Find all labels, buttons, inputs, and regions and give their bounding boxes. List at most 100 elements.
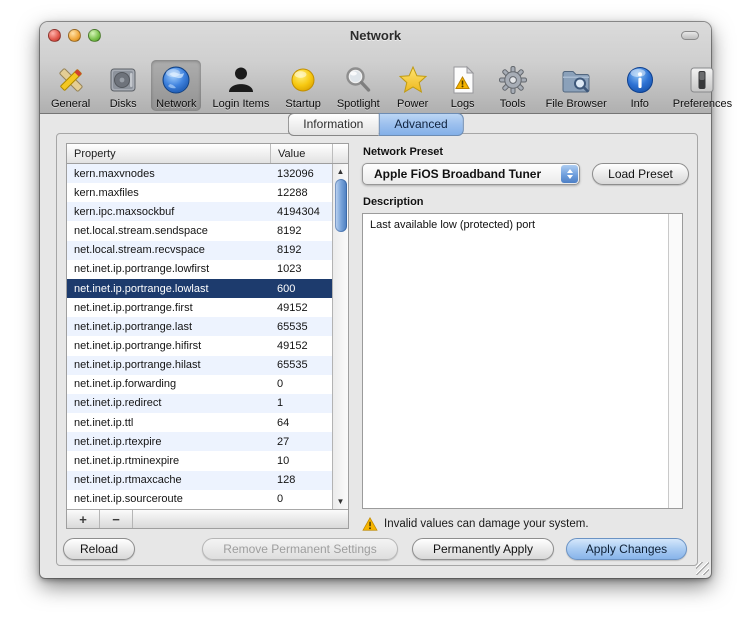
network-preset-label: Network Preset <box>363 146 444 158</box>
value-cell: 1023 <box>277 263 302 276</box>
minimize-button[interactable] <box>68 29 81 42</box>
toolbar-item-label: File Browser <box>545 98 607 110</box>
remove-property-button[interactable]: − <box>100 510 133 528</box>
table-row[interactable]: net.inet.ip.forwarding 0 <box>67 374 332 394</box>
toolbar-item-label: Power <box>397 98 429 110</box>
network-window: Network General Disks Network Login Items St… <box>40 22 732 578</box>
log-document-icon <box>446 63 480 97</box>
toolbar-item-disks[interactable]: Disks <box>101 60 145 111</box>
description-scrollbar[interactable] <box>668 214 682 508</box>
table-row[interactable]: kern.ipc.maxsockbuf 4194304 <box>67 202 332 222</box>
window-title: Network <box>349 27 402 43</box>
folder-search-icon <box>559 63 593 97</box>
table-row[interactable]: kern.maxvnodes 132096 <box>67 164 332 184</box>
network-preset-value: Apple FiOS Broadband Tuner <box>374 167 542 181</box>
toolbar-item-startup[interactable]: Startup <box>280 60 325 111</box>
toolbar-item-spotlight[interactable]: Spotlight <box>332 60 385 111</box>
table-row[interactable]: kern.maxfiles 12288 <box>67 183 332 203</box>
apply-changes-button[interactable]: Apply Changes <box>566 537 687 560</box>
value-cell: 65535 <box>277 359 308 372</box>
property-cell: net.local.stream.sendspace <box>74 225 208 238</box>
tab-bar: Information Advanced <box>287 113 464 136</box>
warning-row: Invalid values can damage your system. <box>362 517 690 531</box>
property-cell: net.inet.ip.portrange.lowfirst <box>74 263 210 276</box>
toolbar-item-general[interactable]: General <box>46 60 95 111</box>
property-cell: net.local.stream.recvspace <box>74 244 205 257</box>
toolbar-item-label: Disks <box>109 98 137 110</box>
column-header-value[interactable]: Value <box>270 144 332 163</box>
toolbar-item-network[interactable]: Network <box>151 60 202 111</box>
hard-drive-icon <box>106 63 140 97</box>
action-button-row: Reload Remove Permanent Settings Permane… <box>63 537 687 560</box>
toolbar-item-power[interactable]: Power <box>391 60 435 111</box>
toolbar-toggle-button[interactable] <box>681 31 699 40</box>
add-property-button[interactable]: + <box>67 510 100 528</box>
table-footer: + − <box>67 509 348 528</box>
toolbar-item-tools[interactable]: Tools <box>491 60 535 111</box>
permanently-apply-button[interactable]: Permanently Apply <box>412 537 554 560</box>
table-row[interactable]: net.inet.ip.portrange.lowfirst 1023 <box>67 259 332 279</box>
title-bar[interactable]: Network <box>40 22 711 48</box>
table-row[interactable]: net.inet.ip.rtminexpire 10 <box>67 451 332 471</box>
toolbar-item-file-browser[interactable]: File Browser <box>541 60 612 111</box>
table-row[interactable]: net.inet.ip.redirect 1 <box>67 393 332 414</box>
property-cell: kern.maxfiles <box>74 186 139 199</box>
table-row[interactable]: net.inet.ip.portrange.lowlast 600 <box>67 278 332 299</box>
toolbar-item-info[interactable]: Info <box>618 60 662 111</box>
scrollbar-thumb[interactable] <box>334 179 347 232</box>
toolbar-item-preferences[interactable]: Preferences <box>668 60 737 111</box>
property-cell: net.inet.ip.portrange.last <box>74 320 193 333</box>
toolbar-item-label: Logs <box>450 98 475 110</box>
table-row[interactable]: net.inet.ip.rtexpire 27 <box>67 432 332 452</box>
load-preset-button[interactable]: Load Preset <box>592 163 689 185</box>
property-cell: net.inet.ip.rtminexpire <box>74 454 180 467</box>
toolbar-item-label: Info <box>630 98 649 110</box>
resize-grip[interactable] <box>696 562 709 575</box>
table-row[interactable]: net.local.stream.recvspace 8192 <box>67 240 332 260</box>
close-button[interactable] <box>48 29 61 42</box>
description-textarea[interactable]: Last available low (protected) port <box>362 213 683 509</box>
value-cell: 8192 <box>277 225 302 238</box>
toolbar-item-login-items[interactable]: Login Items <box>207 60 274 111</box>
info-icon <box>623 63 657 97</box>
table-row[interactable]: net.local.stream.sendspace 8192 <box>67 221 332 241</box>
scroll-down-arrow-icon[interactable]: ▼ <box>333 494 348 509</box>
table-row[interactable]: net.inet.ip.portrange.hilast 65535 <box>67 355 332 375</box>
vertical-scrollbar[interactable]: ▲ ▼ <box>332 164 348 509</box>
table-row[interactable]: net.inet.ip.rtmaxcache 128 <box>67 470 332 490</box>
property-cell: net.inet.ip.ttl <box>74 416 134 429</box>
tab-information[interactable]: Information <box>287 113 379 136</box>
value-cell: 0 <box>277 378 284 391</box>
toolbar-item-logs[interactable]: Logs <box>441 60 485 111</box>
value-cell: 49152 <box>277 301 308 314</box>
value-cell: 27 <box>277 435 290 448</box>
content-area: Information Advanced Property Value kern… <box>40 113 711 577</box>
table-row[interactable]: net.inet.ip.portrange.hifirst 49152 <box>67 336 332 356</box>
property-cell: net.inet.ip.redirect <box>74 397 162 410</box>
column-header-property[interactable]: Property <box>67 144 270 163</box>
tab-advanced[interactable]: Advanced <box>378 113 464 136</box>
table-row[interactable]: net.inet.ip.portrange.last 65535 <box>67 317 332 337</box>
value-cell: 600 <box>277 282 296 295</box>
scroll-up-arrow-icon[interactable]: ▲ <box>333 164 348 179</box>
star-icon <box>396 63 430 97</box>
preset-panel: Network Preset Apple FiOS Broadband Tune… <box>362 143 690 531</box>
property-cell: net.inet.ip.rtmaxcache <box>74 474 182 487</box>
column-header-spacer <box>332 144 348 163</box>
reload-button[interactable]: Reload <box>63 537 135 560</box>
toolbar-item-label: Spotlight <box>336 98 380 110</box>
value-cell: 64 <box>277 416 290 429</box>
value-cell: 1 <box>277 397 284 410</box>
network-preset-dropdown[interactable]: Apple FiOS Broadband Tuner <box>362 163 580 185</box>
table-row[interactable]: net.inet.ip.portrange.first 49152 <box>67 298 332 318</box>
sysctl-table: Property Value kern.maxvnodes 132096 kern.… <box>66 143 349 529</box>
remove-permanent-settings-button[interactable]: Remove Permanent Settings <box>202 537 398 560</box>
table-header: Property Value <box>67 144 348 164</box>
table-row[interactable]: net.inet.ip.sourceroute 0 <box>67 489 332 509</box>
value-cell: 4194304 <box>277 205 320 218</box>
zoom-button[interactable] <box>88 29 101 42</box>
property-cell: net.inet.ip.portrange.hifirst <box>74 339 202 352</box>
table-row[interactable]: net.inet.ip.ttl 64 <box>67 413 332 433</box>
value-cell: 10 <box>277 454 290 467</box>
property-cell: kern.maxvnodes <box>74 167 155 180</box>
